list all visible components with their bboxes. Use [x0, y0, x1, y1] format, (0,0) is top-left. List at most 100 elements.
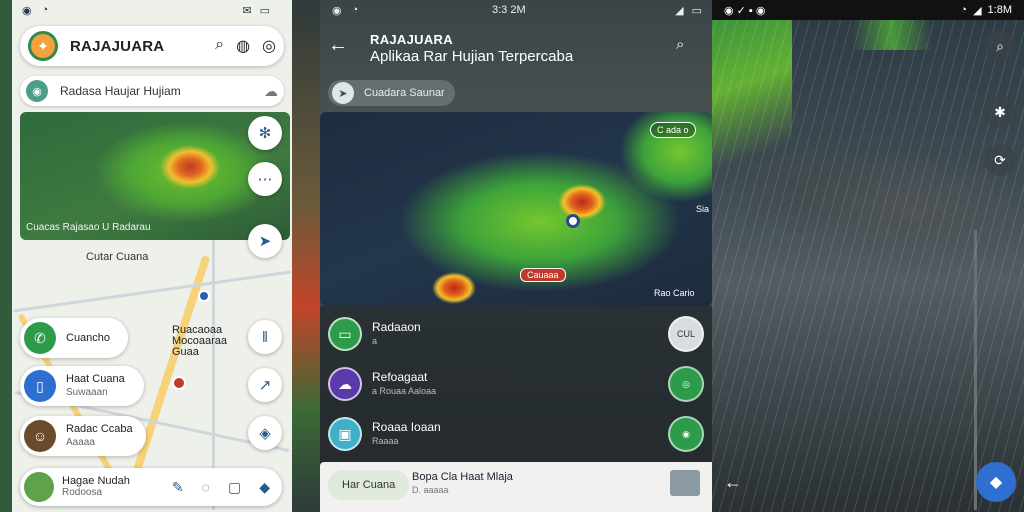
bottom-title: Bopa Cla Haat Mlaja	[412, 471, 513, 483]
list-item[interactable]: ▭ Radaaon a CUL	[328, 314, 704, 354]
back-arrow-icon[interactable]: ←	[328, 34, 348, 57]
row-subtitle: a	[372, 336, 378, 346]
bag-icon: ▣	[328, 417, 362, 451]
battery-icon: ▭	[691, 4, 702, 17]
map-road	[13, 270, 291, 313]
card-subtitle: Aaaaa	[66, 437, 95, 448]
card-title: Radac Ccaba	[66, 423, 133, 435]
more-button[interactable]: ⋯	[248, 162, 282, 196]
pause-button[interactable]: ‖	[248, 320, 282, 354]
search-icon[interactable]: ⌕	[676, 36, 684, 53]
location-pin-icon[interactable]	[566, 214, 580, 228]
row-action-button[interactable]: ◉	[668, 416, 704, 452]
location-icon: ◉	[26, 80, 48, 102]
search-icon[interactable]: ⌕	[984, 30, 1016, 62]
row-subtitle: Raaaa	[372, 436, 399, 446]
wifi-icon: ◔	[351, 3, 359, 16]
location-label: Ruacaoaa Mocoaaraa Guaa	[172, 325, 227, 358]
action-list: ▭ Radaaon a CUL ☁ Refoagaat a Rouaa Aaloaa…	[320, 306, 712, 466]
status-time: 3:3 2M	[492, 4, 526, 16]
thumbnail-image[interactable]	[670, 470, 700, 496]
wifi-icon: ◉	[332, 4, 342, 17]
battery-icon: ▭	[259, 4, 270, 17]
card-subtitle: Suwaaan	[66, 387, 108, 398]
layers-button[interactable]: ✻	[248, 116, 282, 150]
radar-bottom-label: Rao Cario	[654, 288, 695, 298]
list-card[interactable]: ▯ Haat Cuana Suwaaan	[20, 366, 144, 406]
square-icon[interactable]: ▢	[228, 479, 241, 496]
title-line-1: RAJAJUARA	[370, 32, 453, 47]
screen: ◉ ◔ ✉ ▭ ✦ RAJAJUARA ⌕ ◍ ◎ ◉ Radasa Haujar …	[0, 0, 1024, 512]
radar-side-label: Sia	[696, 204, 710, 214]
cloud-icon[interactable]: ☁	[264, 83, 278, 100]
wifi-icon: ◉	[22, 4, 32, 17]
wifi-icon: ◔	[960, 3, 968, 16]
status-bar: ◉ ◔ ✉ ▭	[0, 0, 292, 20]
settings-icon[interactable]: ◎	[262, 36, 276, 56]
pin-button[interactable]: ◈	[248, 416, 282, 450]
radar-tag: C ada o	[650, 122, 696, 138]
bottom-bar: Hagae Nudah Rodoosa ✎ ◌ ▢ ◆	[20, 468, 282, 506]
notification-icon: ◉ ✓ ▪ ◉	[724, 4, 766, 17]
list-item[interactable]: ▣ Roaaa Ioaan Raaaa ◉	[328, 414, 704, 454]
radar-edge-strip	[292, 0, 320, 512]
map-pin-icon[interactable]	[172, 376, 186, 390]
rain-overlay	[712, 0, 1024, 512]
alert-icon[interactable]: ◍	[236, 36, 250, 56]
title-line-2: Aplikaa Rar Hujian Terpercaba	[370, 48, 574, 65]
location-search-bar[interactable]: ◉ Radasa Haujar Hujiam ☁	[20, 76, 284, 106]
mail-icon: ✉	[242, 4, 252, 17]
panel-storm-photo: ◉ ✓ ▪ ◉ ◔ ◢ 1:8M ⌕ ✱ ⟳ ← ◆	[712, 0, 1024, 512]
chat-icon[interactable]: ◌	[202, 479, 210, 496]
layers-icon[interactable]: ⟳	[984, 144, 1016, 176]
row-subtitle: a Rouaa Aaloaa	[372, 386, 437, 396]
card-title: Haat Cuana	[66, 373, 125, 385]
radar-icon: ▭	[328, 317, 362, 351]
avatar: ☺	[24, 420, 56, 452]
city-label: Cutar Cuana	[86, 251, 149, 263]
row-action-button[interactable]: CUL	[668, 316, 704, 352]
list-item[interactable]: ☁ Refoagaat a Rouaa Aaloaa ◎	[328, 364, 704, 404]
location-chip[interactable]: ➤ Cuadara Saunar	[328, 80, 455, 106]
card-title: Cuancho	[66, 331, 111, 344]
bottom-sheet[interactable]: Har Cuana Bopa Cla Haat Mlaja D. aaaaa	[320, 462, 712, 512]
bottom-title: Hagae Nudah	[62, 475, 130, 487]
navigate-button[interactable]: ↗	[248, 368, 282, 402]
bookmark-icon: ▯	[24, 370, 56, 402]
shield-icon[interactable]: ◆	[259, 479, 270, 496]
bottom-chip[interactable]: Har Cuana	[328, 470, 410, 500]
row-action-button[interactable]: ◎	[668, 366, 704, 402]
row-title: Radaaon	[372, 320, 421, 334]
search-icon[interactable]: ⌕	[215, 36, 224, 56]
person-icon[interactable]: ✱	[984, 96, 1016, 128]
row-title: Refoagaat	[372, 370, 428, 384]
compass-button[interactable]: ➤	[248, 224, 282, 258]
list-card[interactable]: ☺ Radac Ccaba Aaaaa	[20, 416, 146, 456]
whatsapp-icon: ✆	[24, 322, 56, 354]
navigation-icon: ➤	[332, 82, 354, 104]
status-bar: ◉ ◔ 3:3 2M ◢ ▭	[292, 0, 712, 20]
list-card[interactable]: ✆ Cuancho	[20, 318, 128, 358]
map-pin-icon[interactable]	[198, 290, 210, 302]
status-bar: ◉ ✓ ▪ ◉ ◔ ◢ 1:8M	[712, 0, 1024, 20]
bottom-subtitle: D. aaaaa	[412, 485, 449, 495]
thumbnail-icon	[24, 472, 54, 502]
app-header: ✦ RAJAJUARA ⌕ ◍ ◎	[20, 26, 284, 66]
chip-label: Cuadara Saunar	[364, 87, 445, 99]
location-label-line3: Guaa	[172, 346, 199, 358]
app-name: RAJAJUARA	[70, 37, 165, 55]
app-logo-icon: ✦	[28, 31, 58, 61]
notification-icon: ◔	[41, 3, 49, 16]
cloud-icon: ☁	[328, 367, 362, 401]
status-time: 1:8M	[987, 3, 1012, 16]
signal-icon: ◢	[675, 4, 684, 17]
back-arrow-icon[interactable]: ←	[724, 472, 742, 493]
navigate-button[interactable]: ◆	[976, 462, 1016, 502]
radar-alert-tag: Cauaaa	[520, 268, 566, 282]
radar-caption: Cuacas Rajasao U Radarau	[26, 222, 151, 233]
signal-icon: ◢	[973, 4, 982, 17]
search-text: Radasa Haujar Hujiam	[60, 84, 181, 98]
row-title: Roaaa Ioaan	[372, 420, 441, 434]
radar-map[interactable]: C ada o Cauaaa Sia Rao Cario	[320, 112, 712, 306]
edit-icon[interactable]: ✎	[172, 479, 184, 496]
